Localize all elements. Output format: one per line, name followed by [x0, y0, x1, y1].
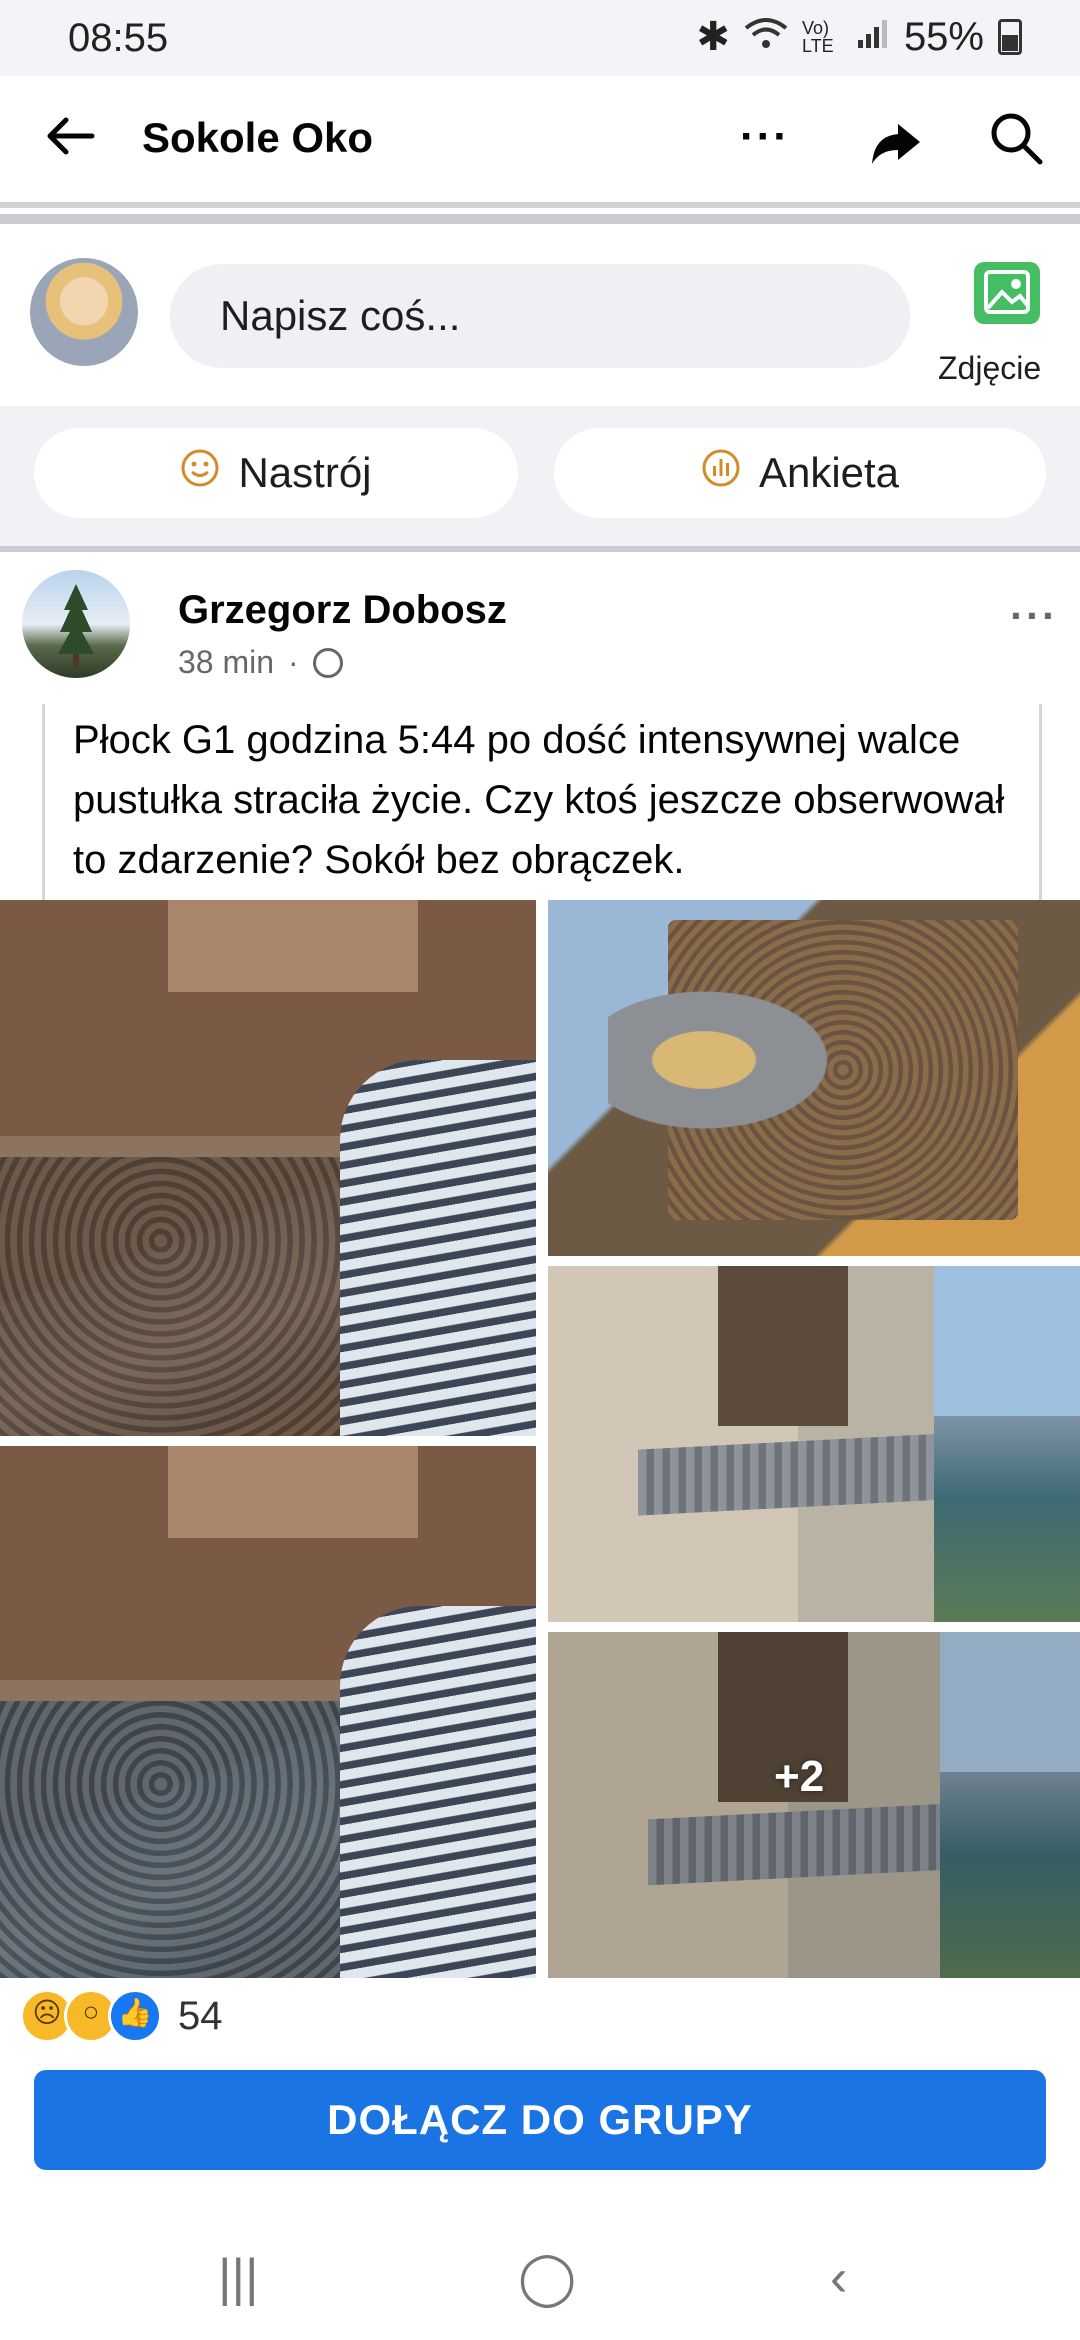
- post-composer: Napisz coś... Zdjęcie: [0, 214, 1080, 416]
- back-button[interactable]: [40, 106, 100, 166]
- photo-decoration: [934, 1416, 1080, 1622]
- poll-chip[interactable]: Ankieta: [554, 428, 1046, 518]
- mood-chip-label: Nastrój: [238, 449, 372, 496]
- share-icon: [872, 124, 920, 164]
- bluetooth-icon: ✱: [696, 15, 730, 59]
- search-icon: [991, 113, 1043, 165]
- composer-placeholder: Napisz coś...: [220, 292, 461, 339]
- join-group-button[interactable]: DOŁĄCZ DO GRUPY: [34, 2070, 1046, 2170]
- author-name[interactable]: Grzegorz Dobosz: [178, 588, 507, 633]
- meta-separator: ·: [288, 644, 299, 680]
- photo-decoration: [340, 1060, 536, 1436]
- photo-overlay: [548, 1632, 1080, 1978]
- post-options-button[interactable]: ···: [1010, 592, 1058, 640]
- photo-decoration: [608, 980, 848, 1140]
- more-options-button[interactable]: ···: [740, 112, 790, 162]
- more-photos-count: +2: [774, 1752, 825, 1801]
- poll-chip-label: Ankieta: [758, 449, 900, 496]
- post-header: Grzegorz Dobosz 38 min · ···: [0, 552, 1080, 702]
- volte-label: Vo) LTE: [801, 18, 834, 56]
- user-avatar[interactable]: [30, 258, 138, 366]
- wifi-icon: [744, 15, 788, 60]
- signal-icon: [856, 15, 890, 60]
- smile-icon: [180, 448, 220, 498]
- globe-icon: [312, 647, 343, 678]
- post-photo-5[interactable]: +2: [548, 1632, 1080, 1978]
- search-button[interactable]: [986, 108, 1046, 168]
- status-icons: ✱ Vo) LTE 55%: [696, 14, 1022, 60]
- post-text: Płock G1 godzina 5:44 po dość intensywne…: [42, 704, 1042, 900]
- status-bar: 08:55 ✱ Vo) LTE 55%: [0, 0, 1080, 76]
- battery-icon: [998, 19, 1022, 55]
- photo-decoration: [718, 1266, 848, 1426]
- like-reaction-icon: 👍: [108, 1989, 162, 2043]
- back-arrow-icon: [47, 117, 95, 155]
- post-photo-2[interactable]: [548, 900, 1080, 1256]
- group-header: Sokole Oko ···: [0, 76, 1080, 208]
- system-back-button[interactable]: ‹: [830, 2248, 847, 2308]
- status-time: 08:55: [68, 16, 169, 60]
- composer-input[interactable]: Napisz coś...: [170, 264, 910, 368]
- home-button[interactable]: ◯: [518, 2248, 576, 2308]
- share-button[interactable]: [866, 112, 926, 172]
- author-avatar[interactable]: [22, 570, 130, 678]
- photo-decoration: [168, 1446, 418, 1538]
- post-photo-3[interactable]: [548, 1266, 1080, 1622]
- photo-icon[interactable]: [974, 262, 1040, 324]
- photo-label[interactable]: Zdjęcie: [938, 350, 1041, 387]
- post-photo-4[interactable]: [0, 1446, 536, 1978]
- group-title[interactable]: Sokole Oko: [142, 114, 373, 162]
- photo-decoration: [340, 1606, 536, 1978]
- reaction-count: 54: [178, 1993, 223, 2038]
- post-photo-1[interactable]: [0, 900, 536, 1436]
- photo-decoration: [168, 900, 418, 992]
- post-time[interactable]: 38 min: [178, 644, 274, 681]
- poll-icon: [701, 448, 741, 498]
- reactions-summary[interactable]: ☹ ○ 👍 54: [20, 1988, 223, 2044]
- mood-chip[interactable]: Nastrój: [34, 428, 518, 518]
- recent-apps-button[interactable]: |||: [218, 2248, 259, 2308]
- battery-percent: 55%: [903, 14, 984, 59]
- system-nav-bar: ||| ◯ ‹: [0, 2214, 1080, 2340]
- post-meta: 38 min ·: [178, 644, 343, 681]
- post-type-chips: Nastrój Ankieta: [0, 406, 1080, 552]
